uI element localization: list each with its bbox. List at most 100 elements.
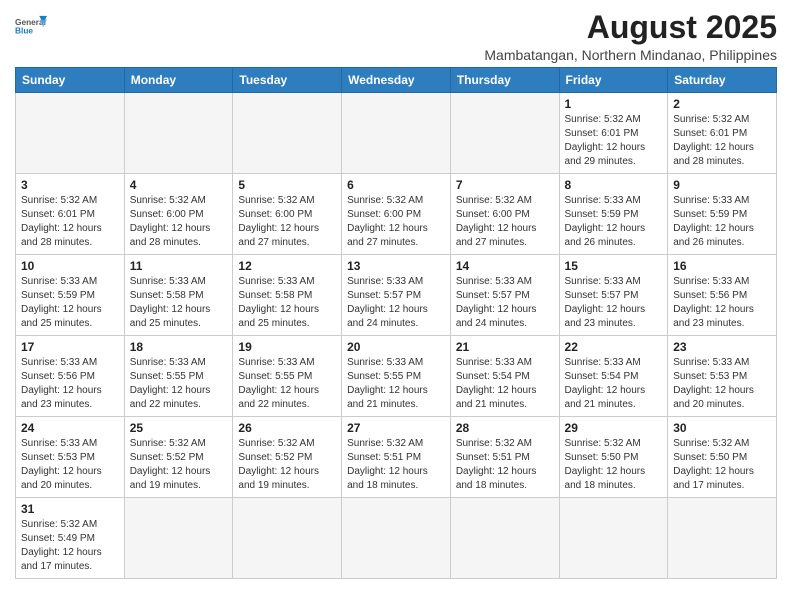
day-info: Sunrise: 5:33 AM Sunset: 5:53 PM Dayligh… [673, 356, 771, 412]
calendar-cell: 24Sunrise: 5:33 AM Sunset: 5:53 PM Dayli… [16, 417, 125, 498]
calendar-week-row: 24Sunrise: 5:33 AM Sunset: 5:53 PM Dayli… [16, 417, 777, 498]
day-info: Sunrise: 5:32 AM Sunset: 6:01 PM Dayligh… [21, 194, 119, 250]
day-number: 7 [456, 178, 554, 192]
calendar-week-row: 17 Sunrise: 5:33 AM Sunset: 5:56 PM Dayli… [16, 336, 777, 417]
calendar-cell [668, 498, 777, 579]
day-info: Sunrise: 5:32 AM Sunset: 5:49 PM Dayligh… [21, 518, 119, 574]
day-number: 10 [21, 259, 119, 273]
weekday-header-monday: Monday [124, 68, 233, 93]
calendar-cell [233, 93, 342, 174]
weekday-header-wednesday: Wednesday [342, 68, 451, 93]
day-info: Sunrise: 5:32 AM Sunset: 5:51 PM Dayligh… [456, 437, 554, 493]
day-number: 17 [21, 340, 119, 354]
day-number: 9 [673, 178, 771, 192]
calendar-cell: 14 Sunrise: 5:33 AM Sunset: 5:57 PM Dayli… [450, 255, 559, 336]
weekday-header-tuesday: Tuesday [233, 68, 342, 93]
day-info: Sunrise: 5:33 AM Sunset: 5:59 PM Dayligh… [565, 194, 663, 250]
calendar-cell: 26Sunrise: 5:32 AM Sunset: 5:52 PM Dayli… [233, 417, 342, 498]
calendar-cell: 20Sunrise: 5:33 AM Sunset: 5:55 PM Dayli… [342, 336, 451, 417]
day-number: 12 [238, 259, 336, 273]
calendar-cell: 22Sunrise: 5:33 AM Sunset: 5:54 PM Dayli… [559, 336, 668, 417]
day-info: Sunrise: 5:33 AM Sunset: 5:56 PM Dayligh… [673, 275, 771, 331]
day-number: 31 [21, 502, 119, 516]
day-info: Sunrise: 5:33 AM Sunset: 5:54 PM Dayligh… [456, 356, 554, 412]
calendar-cell: 11 Sunrise: 5:33 AM Sunset: 5:58 PM Dayli… [124, 255, 233, 336]
day-number: 19 [238, 340, 336, 354]
page-header: General Blue August 2025 Mambatangan, No… [15, 10, 777, 63]
weekday-header-thursday: Thursday [450, 68, 559, 93]
day-number: 22 [565, 340, 663, 354]
day-number: 16 [673, 259, 771, 273]
calendar-cell: 8 Sunrise: 5:33 AM Sunset: 5:59 PM Daylig… [559, 174, 668, 255]
day-info: Sunrise: 5:33 AM Sunset: 5:57 PM Dayligh… [347, 275, 445, 331]
calendar-cell: 6Sunrise: 5:32 AM Sunset: 6:00 PM Daylig… [342, 174, 451, 255]
calendar-cell: 27Sunrise: 5:32 AM Sunset: 5:51 PM Dayli… [342, 417, 451, 498]
day-number: 8 [565, 178, 663, 192]
calendar-cell: 3 Sunrise: 5:32 AM Sunset: 6:01 PM Daylig… [16, 174, 125, 255]
calendar-cell [450, 498, 559, 579]
month-year-title: August 2025 [484, 10, 777, 45]
calendar-cell: 16 Sunrise: 5:33 AM Sunset: 5:56 PM Dayli… [668, 255, 777, 336]
calendar-cell: 29Sunrise: 5:32 AM Sunset: 5:50 PM Dayli… [559, 417, 668, 498]
calendar-week-row: 10Sunrise: 5:33 AM Sunset: 5:59 PM Dayli… [16, 255, 777, 336]
calendar-cell [124, 498, 233, 579]
calendar-cell: 9 Sunrise: 5:33 AM Sunset: 5:59 PM Daylig… [668, 174, 777, 255]
day-number: 11 [130, 259, 228, 273]
calendar-cell: 30Sunrise: 5:32 AM Sunset: 5:50 PM Dayli… [668, 417, 777, 498]
day-info: Sunrise: 5:33 AM Sunset: 5:59 PM Dayligh… [673, 194, 771, 250]
svg-text:Blue: Blue [15, 26, 33, 36]
day-info: Sunrise: 5:32 AM Sunset: 6:00 PM Dayligh… [456, 194, 554, 250]
day-number: 1 [565, 97, 663, 111]
calendar-cell: 13Sunrise: 5:33 AM Sunset: 5:57 PM Dayli… [342, 255, 451, 336]
calendar-cell: 5 Sunrise: 5:32 AM Sunset: 6:00 PM Daylig… [233, 174, 342, 255]
day-info: Sunrise: 5:32 AM Sunset: 5:50 PM Dayligh… [565, 437, 663, 493]
title-section: August 2025 Mambatangan, Northern Mindan… [484, 10, 777, 63]
day-info: Sunrise: 5:32 AM Sunset: 5:52 PM Dayligh… [130, 437, 228, 493]
day-info: Sunrise: 5:33 AM Sunset: 5:56 PM Dayligh… [21, 356, 119, 412]
calendar-cell: 31 Sunrise: 5:32 AM Sunset: 5:49 PM Dayli… [16, 498, 125, 579]
day-info: Sunrise: 5:33 AM Sunset: 5:55 PM Dayligh… [130, 356, 228, 412]
day-number: 3 [21, 178, 119, 192]
day-info: Sunrise: 5:33 AM Sunset: 5:53 PM Dayligh… [21, 437, 119, 493]
day-info: Sunrise: 5:33 AM Sunset: 5:58 PM Dayligh… [130, 275, 228, 331]
calendar-cell [124, 93, 233, 174]
weekday-header-friday: Friday [559, 68, 668, 93]
day-number: 2 [673, 97, 771, 111]
day-number: 23 [673, 340, 771, 354]
day-number: 21 [456, 340, 554, 354]
day-number: 28 [456, 421, 554, 435]
calendar-cell: 18 Sunrise: 5:33 AM Sunset: 5:55 PM Dayli… [124, 336, 233, 417]
calendar-cell: 10Sunrise: 5:33 AM Sunset: 5:59 PM Dayli… [16, 255, 125, 336]
calendar-cell [559, 498, 668, 579]
day-number: 14 [456, 259, 554, 273]
calendar-table: SundayMondayTuesdayWednesdayThursdayFrid… [15, 67, 777, 579]
calendar-cell: 23 Sunrise: 5:33 AM Sunset: 5:53 PM Dayli… [668, 336, 777, 417]
day-number: 5 [238, 178, 336, 192]
calendar-cell: 7 Sunrise: 5:32 AM Sunset: 6:00 PM Daylig… [450, 174, 559, 255]
calendar-week-row: 1 Sunrise: 5:32 AM Sunset: 6:01 PM Daylig… [16, 93, 777, 174]
day-info: Sunrise: 5:32 AM Sunset: 6:01 PM Dayligh… [673, 113, 771, 169]
day-number: 27 [347, 421, 445, 435]
calendar-cell: 12 Sunrise: 5:33 AM Sunset: 5:58 PM Dayli… [233, 255, 342, 336]
calendar-cell: 4Sunrise: 5:32 AM Sunset: 6:00 PM Daylig… [124, 174, 233, 255]
calendar-cell [450, 93, 559, 174]
calendar-cell [16, 93, 125, 174]
calendar-cell: 25Sunrise: 5:32 AM Sunset: 5:52 PM Dayli… [124, 417, 233, 498]
day-number: 18 [130, 340, 228, 354]
day-info: Sunrise: 5:33 AM Sunset: 5:55 PM Dayligh… [347, 356, 445, 412]
day-info: Sunrise: 5:32 AM Sunset: 6:01 PM Dayligh… [565, 113, 663, 169]
day-info: Sunrise: 5:32 AM Sunset: 5:50 PM Dayligh… [673, 437, 771, 493]
calendar-week-row: 3 Sunrise: 5:32 AM Sunset: 6:01 PM Daylig… [16, 174, 777, 255]
day-number: 26 [238, 421, 336, 435]
calendar-cell: 21 Sunrise: 5:33 AM Sunset: 5:54 PM Dayli… [450, 336, 559, 417]
day-info: Sunrise: 5:33 AM Sunset: 5:57 PM Dayligh… [456, 275, 554, 331]
calendar-cell: 1 Sunrise: 5:32 AM Sunset: 6:01 PM Daylig… [559, 93, 668, 174]
day-info: Sunrise: 5:33 AM Sunset: 5:57 PM Dayligh… [565, 275, 663, 331]
location-subtitle: Mambatangan, Northern Mindanao, Philippi… [484, 47, 777, 63]
calendar-cell [342, 498, 451, 579]
day-number: 15 [565, 259, 663, 273]
day-info: Sunrise: 5:33 AM Sunset: 5:58 PM Dayligh… [238, 275, 336, 331]
calendar-cell [233, 498, 342, 579]
calendar-cell: 19Sunrise: 5:33 AM Sunset: 5:55 PM Dayli… [233, 336, 342, 417]
day-info: Sunrise: 5:32 AM Sunset: 6:00 PM Dayligh… [238, 194, 336, 250]
